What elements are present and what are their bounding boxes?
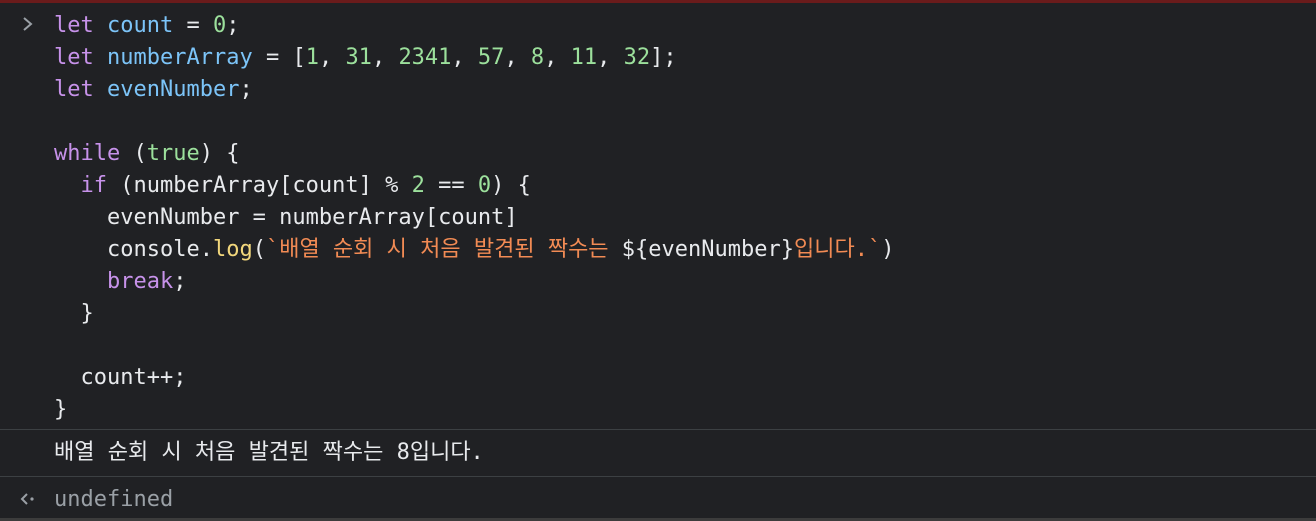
return-arrow-icon	[20, 493, 34, 505]
chevron-right-icon	[23, 17, 33, 31]
code-line-12: count++;	[80, 365, 187, 390]
code-line-2: let numberArray = [1, 31, 2341, 57, 8, 1…	[54, 45, 677, 70]
code-line-8: console.log(`배열 순회 시 처음 발견된 짝수는 ${evenNu…	[106, 237, 895, 262]
code-line-10: }	[80, 301, 94, 326]
console-divider-output	[0, 429, 1316, 430]
code-line-13: }	[54, 397, 68, 422]
console-return-value: undefined	[54, 487, 174, 512]
code-line-1: let count = 0;	[54, 13, 240, 38]
code-line-11-blank	[54, 330, 1294, 362]
console-input-code[interactable]: let count = 0; let numberArray = [1, 31,…	[54, 10, 1294, 426]
code-line-7: evenNumber = numberArray[count]	[106, 205, 518, 230]
console-top-border	[0, 0, 1316, 3]
code-line-9: break;	[106, 269, 187, 294]
code-line-4-blank	[54, 106, 1294, 138]
code-line-5: while (true) {	[54, 141, 240, 166]
console-divider-return	[0, 476, 1316, 477]
code-line-6: if (numberArray[count] % 2 == 0) {	[80, 173, 531, 198]
console-log-output: 배열 순회 시 처음 발견된 짝수는 8입니다.	[54, 440, 484, 465]
code-line-3: let evenNumber;	[54, 77, 253, 102]
